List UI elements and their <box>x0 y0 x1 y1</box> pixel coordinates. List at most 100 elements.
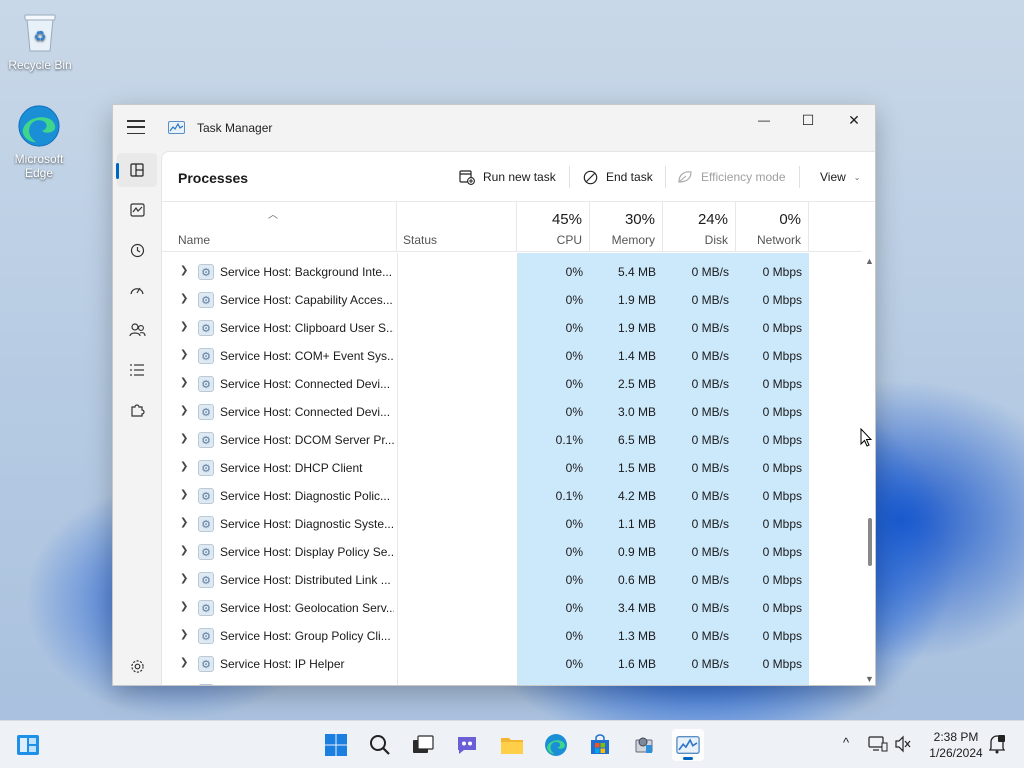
scroll-down-arrow-icon[interactable]: ▼ <box>865 674 874 684</box>
service-host-gear-icon: ⚙ <box>198 292 214 308</box>
process-row[interactable]: ❯ ⚙ Service Host: Capability Acces... 0% 1.9… <box>162 286 862 314</box>
settings-gear-icon <box>130 659 144 673</box>
process-name: Service Host: Connected Devi... <box>220 377 391 391</box>
edge-taskbar-button[interactable] <box>540 729 572 761</box>
service-host-gear-icon: ⚙ <box>198 544 214 560</box>
expand-chevron-icon[interactable]: ❯ <box>180 349 188 360</box>
expand-chevron-icon[interactable]: ❯ <box>180 433 188 444</box>
close-button[interactable]: ✕ <box>831 105 875 135</box>
column-header-network[interactable]: 0% Network <box>736 202 809 252</box>
efficiency-mode-button[interactable]: Efficiency mode <box>677 166 786 188</box>
process-row[interactable]: ❯ ⚙ Service Host: Diagnostic Syste... 0% 1.1… <box>162 510 862 538</box>
expand-chevron-icon[interactable]: ❯ <box>180 265 188 276</box>
task-view-button[interactable] <box>407 729 439 761</box>
settings-app-button[interactable] <box>628 729 660 761</box>
vertical-scrollbar[interactable]: ▲ ▼ <box>862 252 875 685</box>
service-host-gear-icon: ⚙ <box>198 264 214 280</box>
nav-details[interactable] <box>117 353 157 387</box>
process-disk: 0 MB/s <box>691 545 729 559</box>
clock[interactable]: 2:38 PM 1/26/2024 <box>922 729 990 761</box>
nav-app-history[interactable] <box>117 233 157 267</box>
nav-processes[interactable] <box>116 153 157 187</box>
efficiency-leaf-icon <box>678 171 692 183</box>
network-tray-icon[interactable] <box>868 735 888 756</box>
nav-performance[interactable] <box>117 193 157 227</box>
process-row[interactable]: ❯ ⚙ Service Host: Group Policy Cli... 0% 1.3… <box>162 622 862 650</box>
expand-chevron-icon[interactable]: ❯ <box>180 461 188 472</box>
expand-chevron-icon[interactable]: ❯ <box>180 377 188 388</box>
maximize-button[interactable]: ☐ <box>785 105 831 135</box>
end-task-icon <box>583 170 598 184</box>
scroll-thumb[interactable] <box>868 518 872 566</box>
expand-chevron-icon[interactable]: ❯ <box>180 321 188 332</box>
expand-chevron-icon[interactable]: ❯ <box>180 657 188 668</box>
column-header-status[interactable]: Status <box>397 202 517 252</box>
expand-chevron-icon[interactable]: ❯ <box>180 489 188 500</box>
column-header-disk[interactable]: 24% Disk <box>663 202 736 252</box>
process-name: Service Host: DHCP Client <box>220 461 363 475</box>
scroll-up-arrow-icon[interactable]: ▲ <box>865 256 874 266</box>
recycle-bin-icon: ♻ <box>18 10 62 54</box>
windows-start-icon <box>325 734 347 756</box>
taskbar: ^ 2:38 PM 1/26/2024 <box>0 720 1024 768</box>
run-new-task-button[interactable]: Run new task <box>459 166 556 188</box>
column-header-row: ︿ Name Status 45% CPU 30% Memory 24% Dis… <box>162 202 862 252</box>
task-manager-taskbar-button[interactable] <box>672 729 704 761</box>
nav-services[interactable] <box>117 393 157 427</box>
column-header-memory[interactable]: 30% Memory <box>590 202 663 252</box>
process-row[interactable]: ❯ ⚙ Service Host: COM+ Event Sys... 0% 1.4 M… <box>162 342 862 370</box>
expand-chevron-icon[interactable]: ❯ <box>180 293 188 304</box>
process-row[interactable]: ❯ ⚙ Service Host: Distributed Link ... 0% 0.… <box>162 566 862 594</box>
process-row[interactable]: ❯ ⚙ Service Host: Clipboard User S... 0% 1.9… <box>162 314 862 342</box>
desktop-icon-edge[interactable]: Microsoft Edge <box>1 104 77 180</box>
service-host-gear-icon: ⚙ <box>198 320 214 336</box>
process-row[interactable]: ❯ ⚙ Service Host: DHCP Client 0% 1.5 MB 0 MB/… <box>162 454 862 482</box>
column-header-cpu[interactable]: 45% CPU <box>517 202 590 252</box>
process-network: 0 Mbps <box>762 517 802 531</box>
expand-chevron-icon[interactable]: ❯ <box>180 601 188 612</box>
end-task-button[interactable]: End task <box>583 166 653 188</box>
process-row[interactable]: ❯ ⚙ Service Host: Connected Devi... 0% 3.0 M… <box>162 398 862 426</box>
expand-chevron-icon[interactable]: ❯ <box>180 573 188 584</box>
expand-chevron-icon[interactable]: ❯ <box>180 685 188 686</box>
nav-startup-apps[interactable] <box>117 273 157 307</box>
expand-chevron-icon[interactable]: ❯ <box>180 517 188 528</box>
expand-chevron-icon[interactable]: ❯ <box>180 629 188 640</box>
minimize-button[interactable]: — <box>741 105 787 135</box>
process-row[interactable]: ❯ ⚙ Service Host: Diagnostic Polic... 0.1% 4… <box>162 482 862 510</box>
nav-settings[interactable] <box>117 649 157 683</box>
view-dropdown[interactable]: View ⌄ <box>820 166 861 188</box>
process-row[interactable]: ❯ ⚙ Service Host: IP Helper 0% 1.6 MB 0 MB/s 0… <box>162 650 862 678</box>
notifications-icon[interactable] <box>988 734 1006 757</box>
expand-chevron-icon[interactable]: ❯ <box>180 545 188 556</box>
process-row[interactable]: ❯ ⚙ Service Host: Geolocation Serv... 0% 3.4… <box>162 594 862 622</box>
process-row[interactable]: ❯ ⚙ Service Host: Connected Devi... 0% 2.5 M… <box>162 370 862 398</box>
users-icon <box>128 323 146 337</box>
column-header-name[interactable]: ︿ Name <box>162 202 397 252</box>
process-network: 0 Mbps <box>762 349 802 363</box>
process-disk: 0 MB/s <box>691 349 729 363</box>
cpu-total-percent: 45% <box>551 211 582 228</box>
chat-button[interactable] <box>451 729 483 761</box>
process-row[interactable]: ❯ ⚙ Service Host: Background Inte... 0% 5.4 … <box>162 258 862 286</box>
widgets-button[interactable] <box>12 729 44 761</box>
show-hidden-icons-chevron-icon[interactable]: ^ <box>843 735 849 750</box>
edge-icon <box>545 734 567 756</box>
hamburger-menu-icon[interactable] <box>127 120 145 134</box>
store-button[interactable] <box>584 729 616 761</box>
nav-users[interactable] <box>117 313 157 347</box>
title-bar[interactable]: Task Manager — ☐ ✕ <box>113 105 875 151</box>
process-row[interactable]: ❯ ⚙ Service Host: Display Policy Se... 0% 0.… <box>162 538 862 566</box>
search-button[interactable] <box>364 729 396 761</box>
process-network: 0 Mbps <box>762 461 802 475</box>
start-button[interactable] <box>320 729 352 761</box>
file-explorer-button[interactable] <box>496 729 528 761</box>
task-manager-window: Task Manager — ☐ ✕ Processes Run new tas… <box>112 104 876 686</box>
desktop-icon-recycle-bin[interactable]: ♻ Recycle Bin <box>2 10 78 72</box>
process-disk: 0 MB/s <box>691 573 729 587</box>
process-name: Service Host: Geolocation Serv... <box>220 601 394 615</box>
process-row[interactable]: ❯ ⚙ Service Host: DCOM Server Pr... 0.1% 6.5… <box>162 426 862 454</box>
process-row[interactable]: ❯ ⚙ Service Host: Local Service (N... 0%1.8… <box>162 678 862 686</box>
expand-chevron-icon[interactable]: ❯ <box>180 405 188 416</box>
volume-muted-icon[interactable] <box>894 735 912 756</box>
